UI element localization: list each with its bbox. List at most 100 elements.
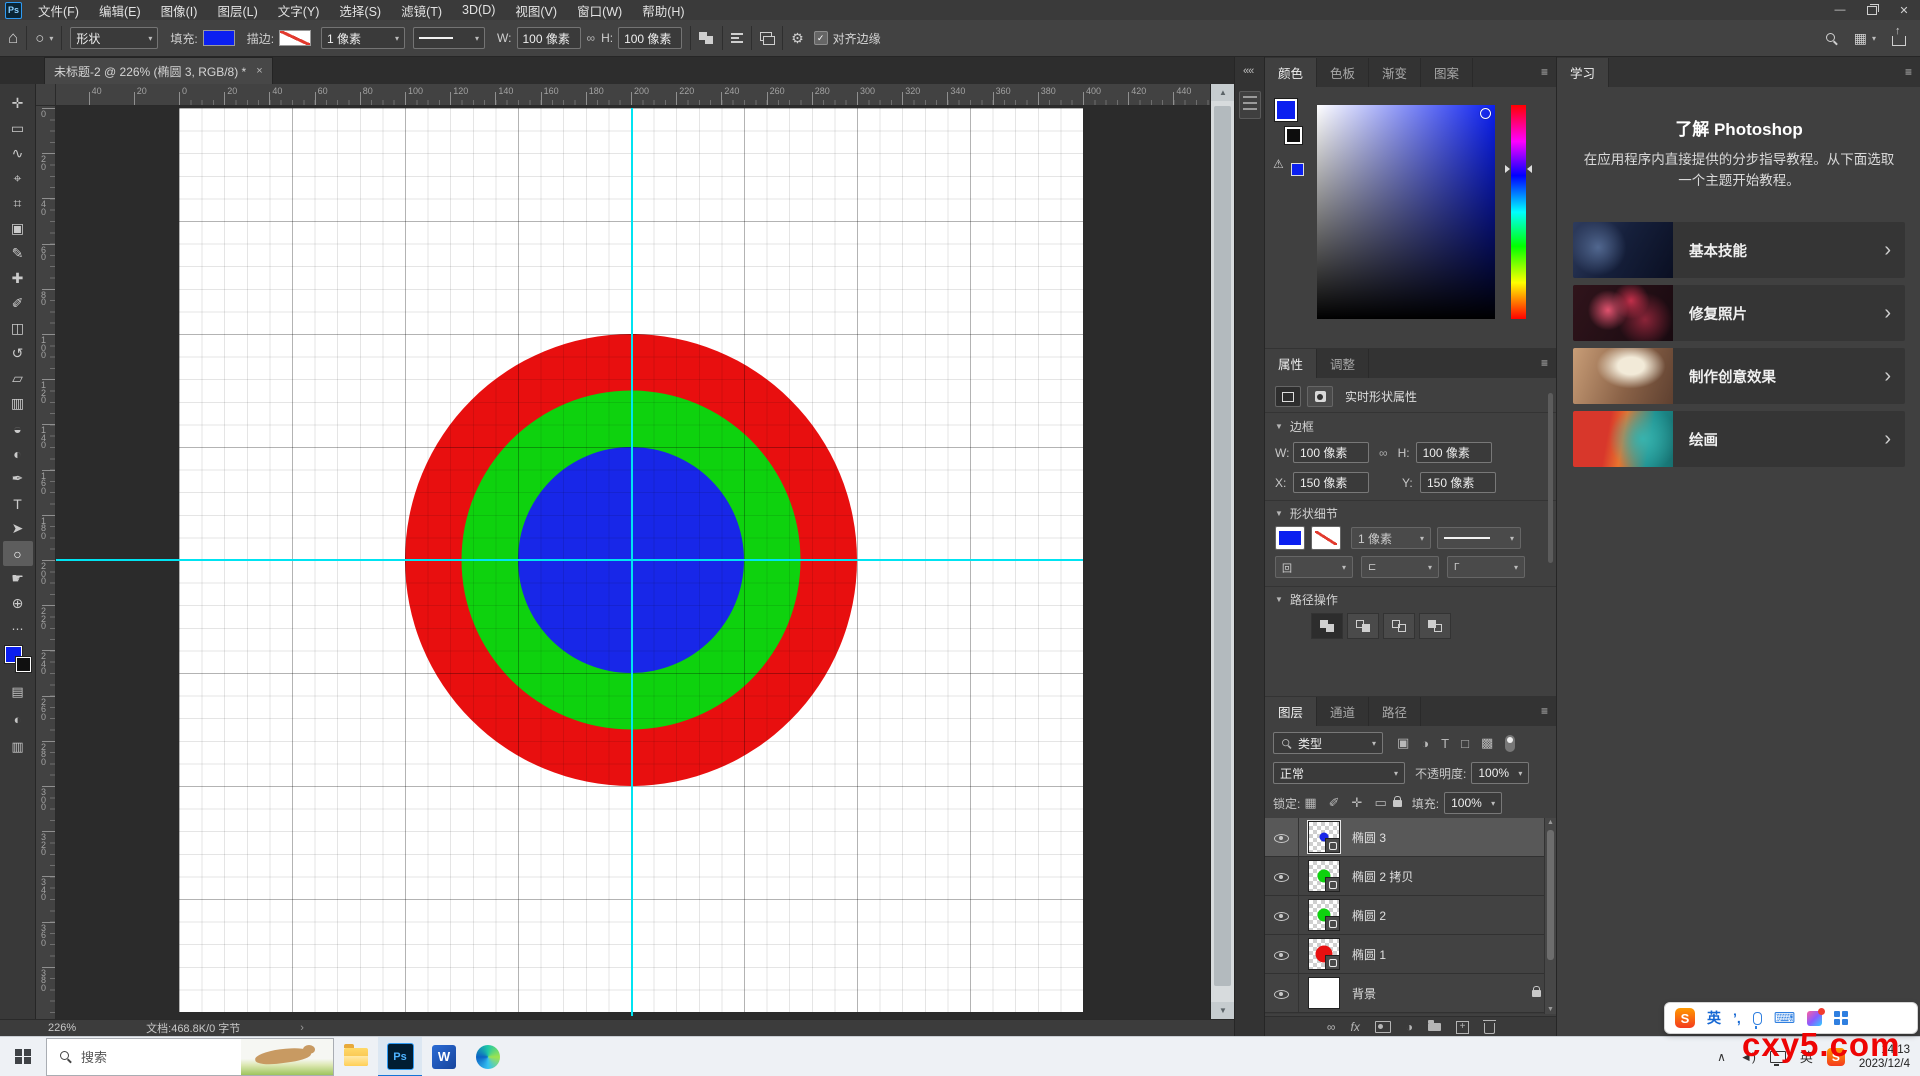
object-selection-tool[interactable]: ⌖ — [3, 166, 33, 191]
collapse-panels-icon[interactable]: «« — [1243, 65, 1254, 77]
combine-shapes-icon[interactable] — [1311, 613, 1343, 639]
saturation-brightness-field[interactable] — [1317, 105, 1495, 319]
color-picker-marker[interactable] — [1480, 108, 1491, 119]
layer-visibility-icon[interactable] — [1274, 987, 1289, 1000]
menu-item-0[interactable]: 文件(F) — [28, 0, 89, 20]
properties-scrollbar[interactable] — [1548, 393, 1553, 563]
menu-item-3[interactable]: 图层(L) — [207, 0, 267, 20]
shape-stroke-swatch[interactable] — [1311, 526, 1341, 550]
taskbar-search[interactable]: 搜索 — [46, 1037, 334, 1076]
lock-position-icon[interactable]: ✛ — [1352, 795, 1363, 811]
scroll-down-icon[interactable]: ▼ — [1211, 1002, 1235, 1019]
layer-visibility-icon[interactable] — [1274, 870, 1289, 883]
eraser-tool[interactable]: ▱ — [3, 366, 33, 391]
shape-stroke-style-select[interactable]: ▾ — [1437, 527, 1521, 549]
screen-mode-icon[interactable]: ▥ — [11, 739, 23, 755]
frame-tool[interactable]: ▣ — [3, 216, 33, 241]
healing-brush-tool[interactable]: ✚ — [3, 266, 33, 291]
stroke-align-select[interactable]: 回 ▾ — [1275, 556, 1353, 578]
scroll-up-icon[interactable]: ▲ — [1545, 819, 1556, 826]
lock-transparent-icon[interactable]: ▦ — [1304, 795, 1316, 811]
tab-paths[interactable]: 路径 — [1369, 697, 1422, 726]
restore-button[interactable] — [1856, 0, 1888, 20]
menu-item-10[interactable]: 帮助(H) — [632, 0, 694, 20]
gear-icon[interactable]: ⚙ — [791, 30, 804, 47]
vertical-guide[interactable] — [631, 108, 633, 1016]
canvas-vertical-scrollbar[interactable]: ▲ ▼ — [1210, 84, 1235, 1019]
delete-layer-icon[interactable] — [1483, 1020, 1497, 1034]
tab-adjustments[interactable]: 调整 — [1317, 349, 1370, 378]
filter-toggle[interactable] — [1505, 734, 1516, 752]
skin-icon[interactable] — [1807, 1007, 1826, 1026]
home-icon[interactable]: ⌂ — [8, 28, 18, 48]
move-tool[interactable]: ✛ — [3, 91, 33, 116]
zoom-tool[interactable]: ⊕ — [3, 591, 33, 616]
menu-item-2[interactable]: 图像(I) — [151, 0, 208, 20]
ime-language[interactable]: 英 — [1707, 1008, 1721, 1028]
history-brush-tool[interactable]: ↺ — [3, 341, 33, 366]
tutorial-card-1[interactable]: 修复照片 › — [1573, 285, 1905, 341]
h-input[interactable]: 100 像素 — [1415, 442, 1492, 463]
edit-toolbar-icon[interactable]: ⋯ — [12, 622, 24, 636]
minimize-button[interactable]: — — [1824, 0, 1856, 20]
new-group-icon[interactable] — [1428, 1020, 1442, 1031]
align-edges-checkbox[interactable]: ✓ — [813, 31, 828, 45]
scroll-up-icon[interactable]: ▲ — [1211, 84, 1235, 101]
search-icon[interactable] — [1825, 32, 1838, 45]
keyboard-icon[interactable]: ⌨ — [1774, 1009, 1796, 1027]
layer-row-4[interactable]: 背景 — [1265, 974, 1557, 1013]
lock-artboard-icon[interactable]: ▭ — [1374, 795, 1386, 811]
height-input[interactable]: 100 像素 — [618, 27, 683, 49]
exclude-shape-icon[interactable] — [1419, 613, 1451, 639]
tool-mode-select[interactable]: 形状 ▾ — [70, 27, 159, 49]
tutorial-card-0[interactable]: 基本技能 › — [1573, 222, 1905, 278]
pen-tool[interactable]: ✒ — [3, 466, 33, 491]
crop-tool[interactable]: ⌗ — [3, 191, 33, 216]
taskbar-edge[interactable] — [466, 1037, 510, 1076]
layer-fill-input[interactable]: 100% ▾ — [1444, 792, 1503, 814]
subtract-shape-icon[interactable] — [1347, 613, 1379, 639]
marquee-tool[interactable]: ▭ — [3, 116, 33, 141]
toolbox-grid-icon[interactable] — [1834, 1011, 1848, 1025]
clone-stamp-tool[interactable]: ◫ — [3, 316, 33, 341]
document-tab[interactable]: 未标题-2 @ 226% (椭圆 3, RGB/8) * × — [44, 57, 273, 84]
lock-all-icon[interactable] — [1392, 795, 1402, 807]
path-operations-icon[interactable] — [699, 31, 714, 45]
layer-row-1[interactable]: 椭圆 2 拷贝 — [1265, 857, 1557, 896]
scroll-down-icon[interactable]: ▼ — [1545, 1006, 1556, 1013]
panel-menu-icon[interactable]: ≡ — [1541, 704, 1548, 718]
ruler-origin[interactable] — [36, 84, 56, 106]
layer-visibility-icon[interactable] — [1274, 909, 1289, 922]
status-chevron-icon[interactable]: › — [300, 1022, 304, 1034]
hue-marker-left[interactable] — [1505, 165, 1510, 173]
add-mask-icon[interactable] — [1374, 1021, 1391, 1033]
link-layers-icon[interactable]: ∞ — [1327, 1020, 1336, 1034]
tab-learn[interactable]: 学习 — [1557, 58, 1610, 87]
stroke-style-select[interactable]: ▾ — [413, 27, 486, 49]
tab-patterns[interactable]: 图案 — [1421, 58, 1474, 87]
adjustment-layer-icon[interactable]: ◑ — [1406, 1020, 1413, 1034]
tutorial-card-2[interactable]: 制作创意效果 › — [1573, 348, 1905, 404]
quick-mask-icon[interactable]: ◐ — [14, 712, 22, 727]
menu-item-6[interactable]: 滤镜(T) — [391, 0, 452, 20]
shape-fill-swatch[interactable] — [1275, 526, 1305, 550]
path-arrange-icon[interactable] — [760, 32, 776, 45]
layer-thumbnail[interactable] — [1307, 820, 1341, 854]
menu-item-5[interactable]: 选择(S) — [329, 0, 391, 20]
panel-menu-icon[interactable]: ≡ — [1905, 65, 1912, 79]
stroke-width-select[interactable]: 1 像素 ▾ — [321, 27, 406, 49]
gradient-tool[interactable]: ▥ — [3, 391, 33, 416]
filter-adjustment-icon[interactable]: ◑ — [1421, 736, 1429, 751]
tray-chevron-icon[interactable]: ∧ — [1717, 1050, 1726, 1064]
search-highlight-image[interactable] — [241, 1038, 333, 1075]
path-align-icon[interactable] — [731, 31, 744, 45]
tutorial-card-3[interactable]: 绘画 › — [1573, 411, 1905, 467]
menu-item-1[interactable]: 编辑(E) — [89, 0, 151, 20]
filter-image-icon[interactable]: ▣ — [1397, 735, 1409, 751]
layer-thumbnail[interactable] — [1308, 938, 1340, 970]
scrollbar-thumb[interactable] — [1214, 106, 1231, 986]
layer-style-icon[interactable]: fx — [1350, 1020, 1359, 1034]
ellipse-tool[interactable]: ○ — [2, 541, 33, 566]
menu-item-9[interactable]: 窗口(W) — [567, 0, 632, 20]
shape-stroke-width-select[interactable]: 1 像素 ▾ — [1351, 527, 1431, 549]
